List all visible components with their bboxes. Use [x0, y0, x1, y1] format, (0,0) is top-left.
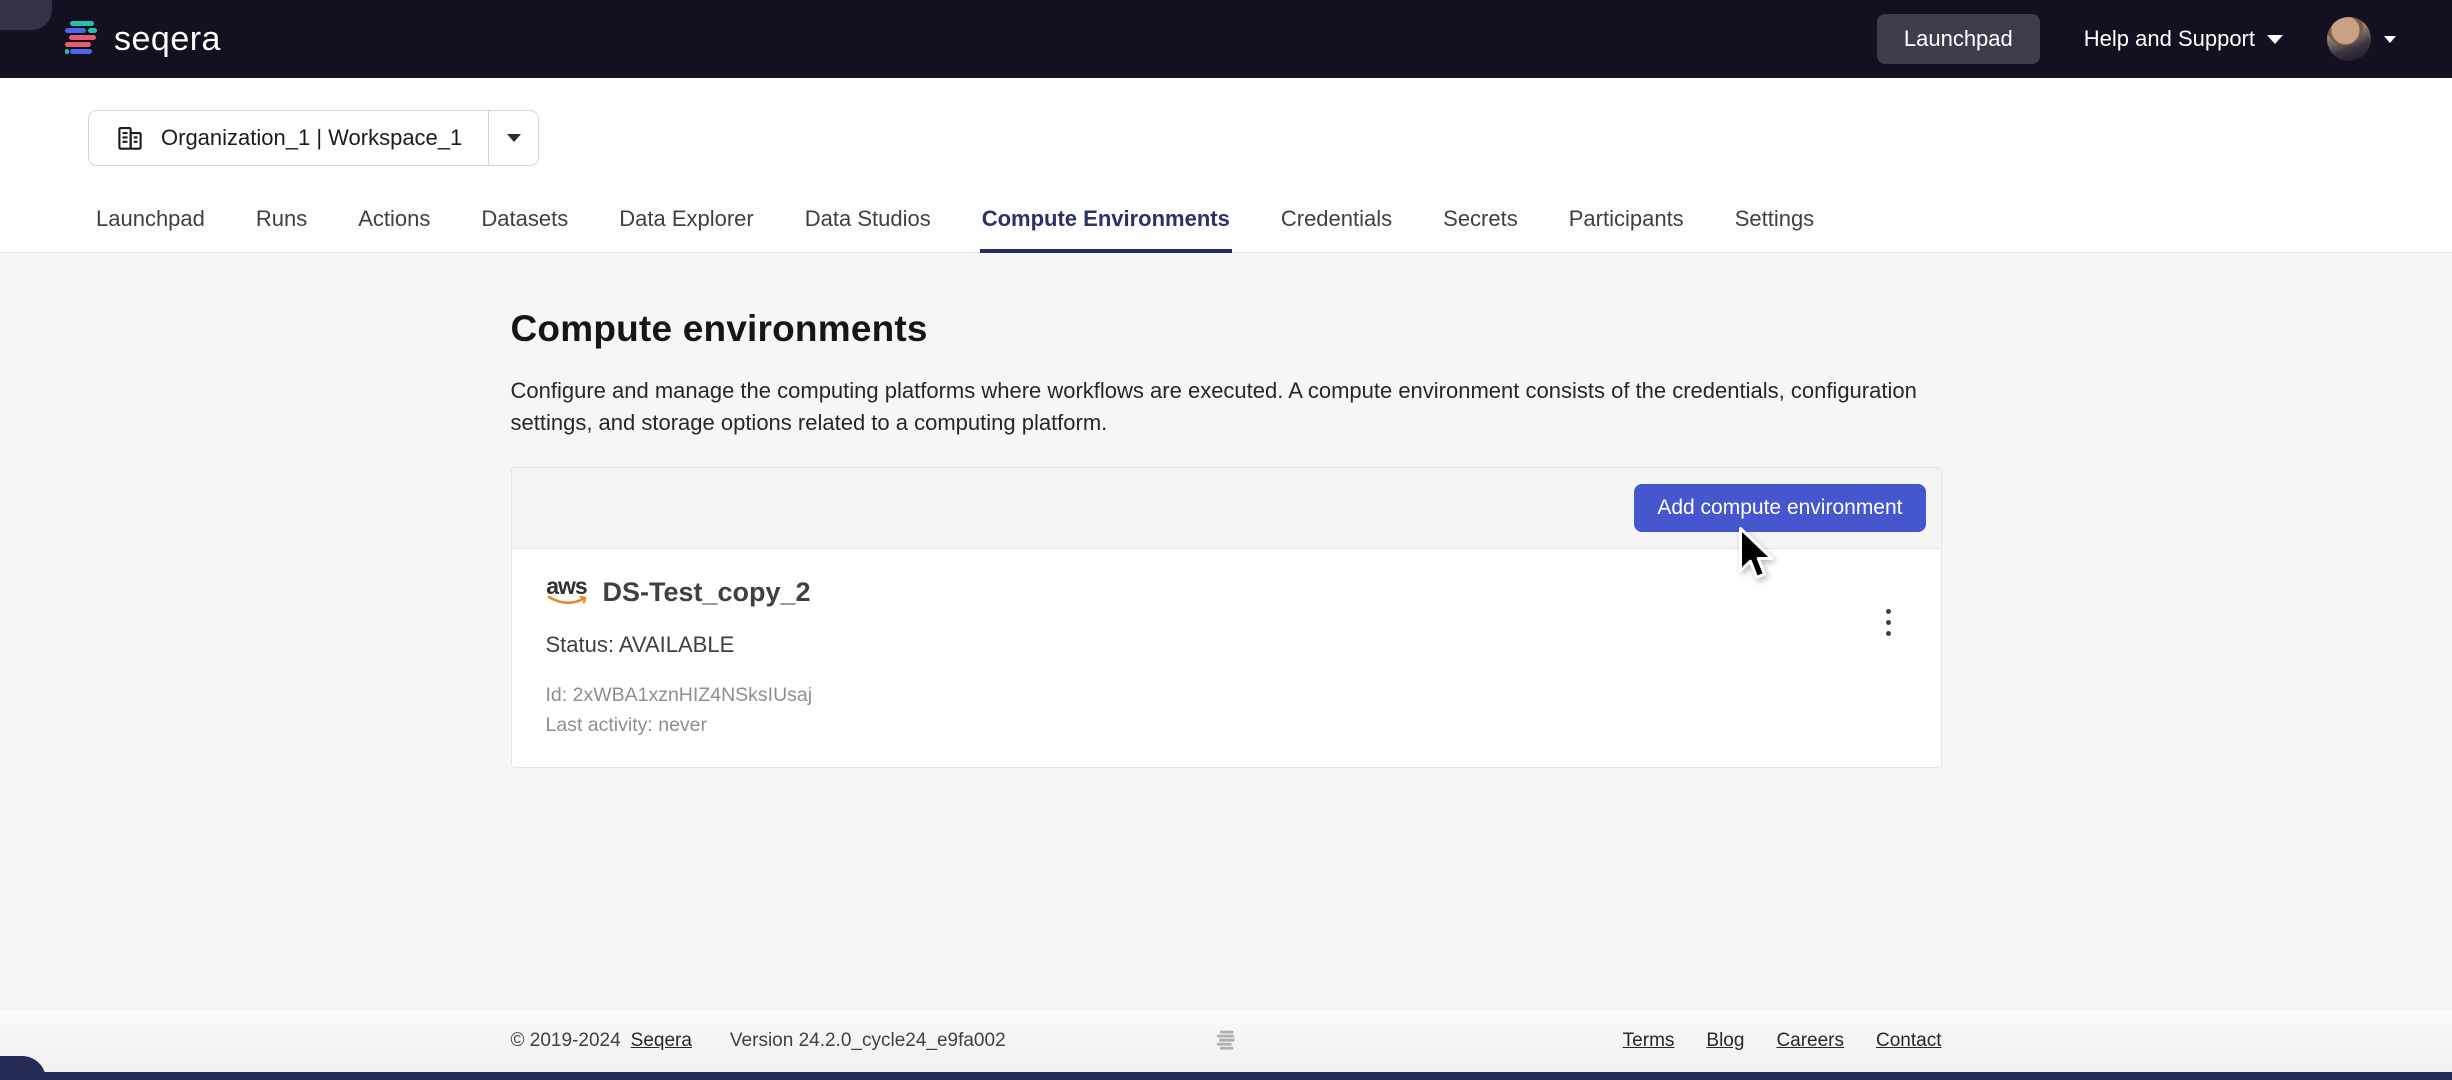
tab-secrets[interactable]: Secrets — [1441, 206, 1520, 253]
chevron-down-icon — [507, 134, 521, 142]
copyright-text: © 2019-2024 — [511, 1030, 621, 1052]
aws-word: aws — [546, 577, 586, 595]
tab-datasets[interactable]: Datasets — [479, 206, 570, 253]
footer-link-blog[interactable]: Blog — [1706, 1030, 1744, 1052]
id-label: Id: — [546, 684, 568, 706]
kebab-menu-icon[interactable] — [1869, 601, 1909, 645]
brand-name: seqera — [114, 20, 221, 59]
seqera-logo[interactable]: seqera — [62, 19, 221, 59]
seqera-footer-link[interactable]: Seqera — [631, 1030, 692, 1052]
tab-actions[interactable]: Actions — [356, 206, 432, 253]
compute-environment-row[interactable]: aws DS-Test_copy_2 Status: AVAILABLE Id:… — [512, 549, 1941, 767]
workspace-selector-dropdown-toggle[interactable] — [488, 111, 538, 165]
tab-participants[interactable]: Participants — [1567, 206, 1686, 253]
footer-link-careers[interactable]: Careers — [1776, 1030, 1844, 1052]
workspace-header: Organization_1 | Workspace_1 Launchpad R… — [0, 78, 2452, 253]
id-value: 2xWBA1xznHIZ4NSksIUsaj — [573, 684, 812, 706]
tab-credentials[interactable]: Credentials — [1279, 206, 1394, 253]
tab-compute-environments[interactable]: Compute Environments — [980, 206, 1232, 253]
tab-settings[interactable]: Settings — [1733, 206, 1817, 253]
organization-icon — [115, 123, 145, 153]
add-compute-environment-button[interactable]: Add compute environment — [1634, 484, 1925, 532]
window-corner-artifact — [0, 0, 52, 30]
chevron-down-icon — [2267, 35, 2283, 44]
compute-environment-last-activity: Last activity: never — [546, 714, 1907, 737]
status-label: Status: — [546, 632, 614, 657]
aws-logo-icon: aws — [546, 577, 588, 607]
footer-copyright: © 2019-2024 Seqera Version 24.2.0_cycle2… — [511, 1030, 1006, 1052]
launchpad-button[interactable]: Launchpad — [1877, 14, 2040, 64]
compute-environment-id: Id: 2xWBA1xznHIZ4NSksIUsaj — [546, 684, 1907, 707]
user-avatar[interactable] — [2327, 17, 2371, 61]
compute-environment-name-link[interactable]: DS-Test_copy_2 — [603, 577, 811, 608]
panel-toolbar: Add compute environment — [512, 468, 1941, 549]
seqera-mark-icon — [62, 19, 100, 59]
page-title: Compute environments — [511, 308, 1942, 350]
main-content: Compute environments Configure and manag… — [0, 253, 2452, 1010]
help-and-support-label: Help and Support — [2084, 26, 2255, 52]
aws-smile-arc — [547, 595, 587, 607]
user-menu[interactable] — [2327, 17, 2396, 61]
page-footer: © 2019-2024 Seqera Version 24.2.0_cycle2… — [0, 1010, 2452, 1072]
compute-environment-status: Status: AVAILABLE — [546, 632, 1907, 658]
workspace-selector[interactable]: Organization_1 | Workspace_1 — [88, 110, 539, 166]
chevron-down-icon — [2384, 36, 2396, 43]
tab-launchpad[interactable]: Launchpad — [94, 206, 207, 253]
last-activity-label: Last activity: — [546, 714, 653, 736]
tab-runs[interactable]: Runs — [254, 206, 309, 253]
workspace-tabs: Launchpad Runs Actions Datasets Data Exp… — [94, 206, 2452, 252]
workspace-selector-label: Organization_1 | Workspace_1 — [161, 125, 462, 151]
footer-link-terms[interactable]: Terms — [1623, 1030, 1675, 1052]
seqera-mark-gray-icon — [1215, 1028, 1237, 1054]
tab-data-explorer[interactable]: Data Explorer — [617, 206, 756, 253]
status-value: AVAILABLE — [619, 632, 734, 657]
compute-environments-panel: Add compute environment aws DS-Test_copy… — [511, 467, 1942, 768]
bottom-frame-artifact — [0, 1072, 2452, 1080]
page-description: Configure and manage the computing platf… — [511, 375, 1942, 440]
top-navbar: seqera Launchpad Help and Support — [0, 0, 2452, 78]
help-and-support-menu[interactable]: Help and Support — [2084, 26, 2283, 52]
footer-version: Version 24.2.0_cycle24_e9fa002 — [730, 1030, 1006, 1052]
footer-link-contact[interactable]: Contact — [1876, 1030, 1941, 1052]
last-activity-value: never — [658, 714, 707, 736]
tab-data-studios[interactable]: Data Studios — [803, 206, 933, 253]
